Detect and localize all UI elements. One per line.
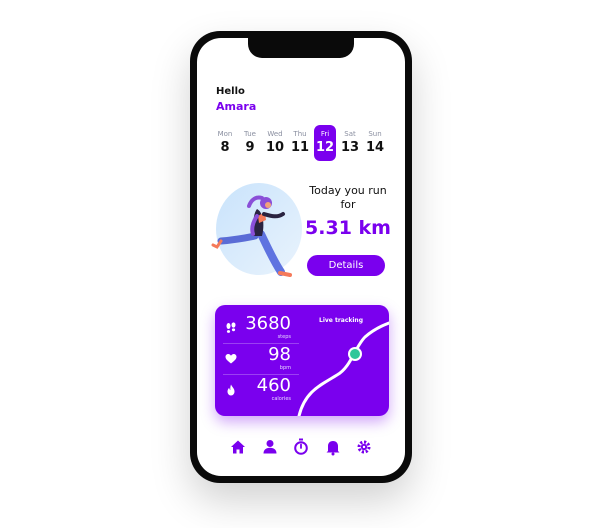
day-name: Mon	[217, 130, 233, 138]
details-button[interactable]: Details	[307, 255, 385, 276]
home-icon	[231, 440, 245, 454]
day-sun[interactable]: Sun 14	[364, 125, 386, 161]
tab-home[interactable]	[227, 436, 249, 458]
tab-notifications[interactable]	[322, 436, 344, 458]
live-stats-card: Live tracking 3680 steps 98 bpm 460 calo…	[215, 305, 389, 416]
greeting-name: Amara	[216, 100, 257, 113]
day-name: Thu	[293, 130, 307, 138]
greeting-hello: Hello	[216, 86, 245, 97]
day-date: 10	[265, 140, 285, 155]
day-fri-selected[interactable]: Fri 12	[314, 125, 336, 161]
settings-icon	[357, 440, 371, 454]
calories-stat: 460 calories	[215, 375, 299, 405]
profile-icon	[263, 440, 277, 454]
tab-settings[interactable]	[353, 436, 375, 458]
day-name: Fri	[320, 130, 330, 138]
bell-icon	[326, 441, 340, 456]
live-tracking-label: Live tracking	[319, 317, 363, 324]
day-name: Sun	[368, 130, 382, 138]
calories-unit: calories	[271, 396, 291, 402]
footsteps-icon	[226, 322, 236, 333]
bottom-tab-bar	[197, 436, 405, 458]
steps-stat: 3680 steps	[215, 313, 299, 343]
stopwatch-icon	[294, 438, 308, 455]
day-tue[interactable]: Tue 9	[239, 125, 261, 161]
heart-rate-value: 98	[268, 344, 291, 365]
day-date: 14	[365, 140, 385, 155]
day-sat[interactable]: Sat 13	[339, 125, 361, 161]
run-distance: 5.31 km	[305, 217, 391, 239]
day-name: Tue	[244, 130, 256, 138]
calories-value: 460	[256, 375, 291, 396]
day-date: 8	[220, 140, 230, 155]
day-wed[interactable]: Wed 10	[264, 125, 286, 161]
tab-profile[interactable]	[259, 436, 281, 458]
day-date: 9	[245, 140, 255, 155]
heart-rate-stat: 98 bpm	[215, 344, 299, 374]
week-day-picker: Mon 8 Tue 9 Wed 10 Thu 11 Fri 12 Sat 13	[213, 125, 393, 161]
heart-rate-unit: bpm	[279, 365, 291, 371]
heart-icon	[225, 354, 237, 364]
day-name: Wed	[267, 130, 283, 138]
day-date: 11	[290, 140, 310, 155]
app-screen: Hello Amara Mon 8 Tue 9 Wed 10 Thu 11 Fr…	[197, 38, 405, 476]
phone-notch	[248, 38, 354, 58]
phone-frame: Hello Amara Mon 8 Tue 9 Wed 10 Thu 11 Fr…	[190, 31, 412, 483]
day-date: 12	[315, 140, 335, 155]
runner-illustration	[211, 183, 302, 277]
day-thu[interactable]: Thu 11	[289, 125, 311, 161]
steps-unit: steps	[277, 334, 291, 340]
tab-stopwatch[interactable]	[290, 436, 312, 458]
day-date: 13	[340, 140, 360, 155]
run-title: Today you run for	[309, 184, 387, 211]
steps-value: 3680	[245, 313, 291, 334]
flame-icon	[227, 384, 235, 396]
day-name: Sat	[344, 130, 356, 138]
day-mon[interactable]: Mon 8	[214, 125, 236, 161]
